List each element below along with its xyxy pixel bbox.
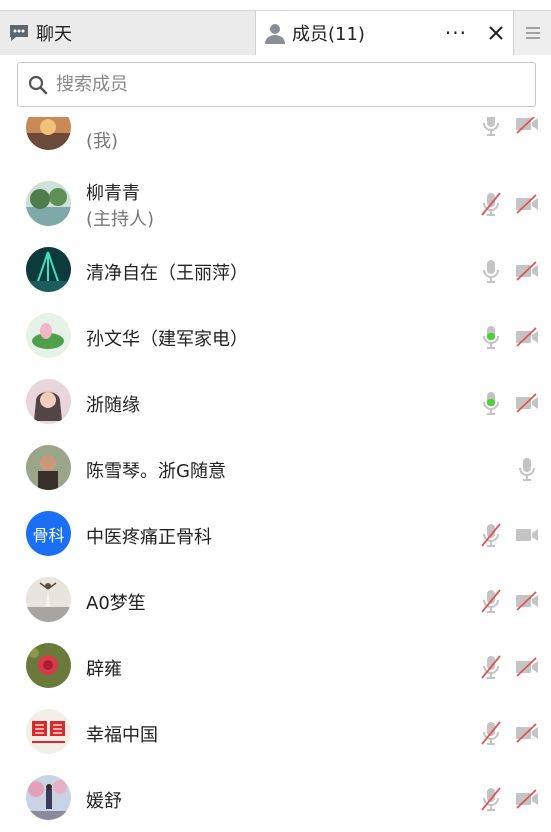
tab-bar: 聊天 成员(11) ··· [0,10,551,55]
member-name: 清净自在（王丽萍） [86,263,248,284]
member-name: 浙随缘 [86,395,140,416]
member-name: A0梦笙 [86,593,146,614]
member-role: (主持人) [86,209,155,230]
camera-off-icon[interactable] [514,788,540,810]
mic-active-icon[interactable] [480,390,502,416]
member-name: 孙文华（建军家电） [86,329,248,350]
member-row[interactable]: 清净自在（王丽萍） [0,239,551,305]
member-row[interactable]: 骨科 中医疼痛正骨科 [0,503,551,569]
member-name: 幸福中国 [86,725,158,746]
mic-muted-icon[interactable] [480,588,502,614]
avatar [26,577,71,622]
member-row[interactable]: A0梦笙 [0,569,551,635]
member-row[interactable]: (我) [0,117,551,173]
avatar [26,181,71,226]
member-name: 陈雪琴。浙G随意 [86,461,226,482]
tab-members-label: 成员(11) [292,24,365,45]
member-search-box[interactable] [17,62,536,107]
chat-bubble-icon [8,23,30,43]
camera-off-icon[interactable] [514,722,540,744]
camera-off-icon[interactable] [514,326,540,348]
avatar [26,643,71,688]
mic-muted-icon[interactable] [480,522,502,548]
member-name: 辟雍 [86,659,122,680]
avatar [26,445,71,490]
camera-off-icon[interactable] [514,193,540,215]
avatar: 骨科 [26,511,71,556]
member-name: 中医疼痛正骨科 [86,527,212,548]
mic-icon[interactable] [516,456,538,482]
camera-off-icon[interactable] [514,590,540,612]
hamburger-menu-icon[interactable] [513,11,551,55]
close-icon[interactable] [483,11,509,55]
member-name: 媛舒 [86,791,122,812]
member-row[interactable]: 陈雪琴。浙G随意 [0,437,551,503]
tab-chat[interactable]: 聊天 [0,11,256,55]
mic-icon[interactable] [480,117,502,137]
camera-off-icon[interactable] [514,260,540,282]
member-row[interactable]: 柳青青 (主持人) [0,173,551,239]
tab-chat-label: 聊天 [36,24,72,45]
person-icon [264,22,286,44]
member-row[interactable]: 幸福中国 [0,701,551,767]
search-input[interactable] [54,73,498,96]
mic-muted-icon[interactable] [480,654,502,680]
member-row[interactable]: 浙随缘 [0,371,551,437]
avatar [26,117,71,150]
search-icon [28,75,48,95]
member-row[interactable]: 辟雍 [0,635,551,701]
mic-active-icon[interactable] [480,324,502,350]
avatar [26,313,71,358]
camera-off-icon[interactable] [514,392,540,414]
member-role: (我) [86,131,119,152]
mic-icon[interactable] [480,258,502,284]
avatar [26,775,71,820]
camera-off-icon[interactable] [514,117,540,135]
mic-muted-icon[interactable] [480,786,502,812]
tab-members[interactable]: 成员(11) ··· [256,11,513,55]
camera-off-icon[interactable] [514,656,540,678]
member-row[interactable]: 孙文华（建军家电） [0,305,551,371]
member-list[interactable]: (我) 柳青青 (主持人) 清净自在（王丽萍） 孙文华（建军家电） 浙随缘 陈雪… [0,117,551,832]
avatar [26,379,71,424]
mic-muted-icon[interactable] [480,720,502,746]
member-row[interactable]: 媛舒 [0,767,551,832]
avatar [26,709,71,754]
mic-muted-icon[interactable] [480,191,502,217]
camera-icon[interactable] [514,524,540,546]
member-name: 柳青青 [86,183,140,204]
avatar [26,247,71,292]
more-options-icon[interactable]: ··· [445,11,467,55]
